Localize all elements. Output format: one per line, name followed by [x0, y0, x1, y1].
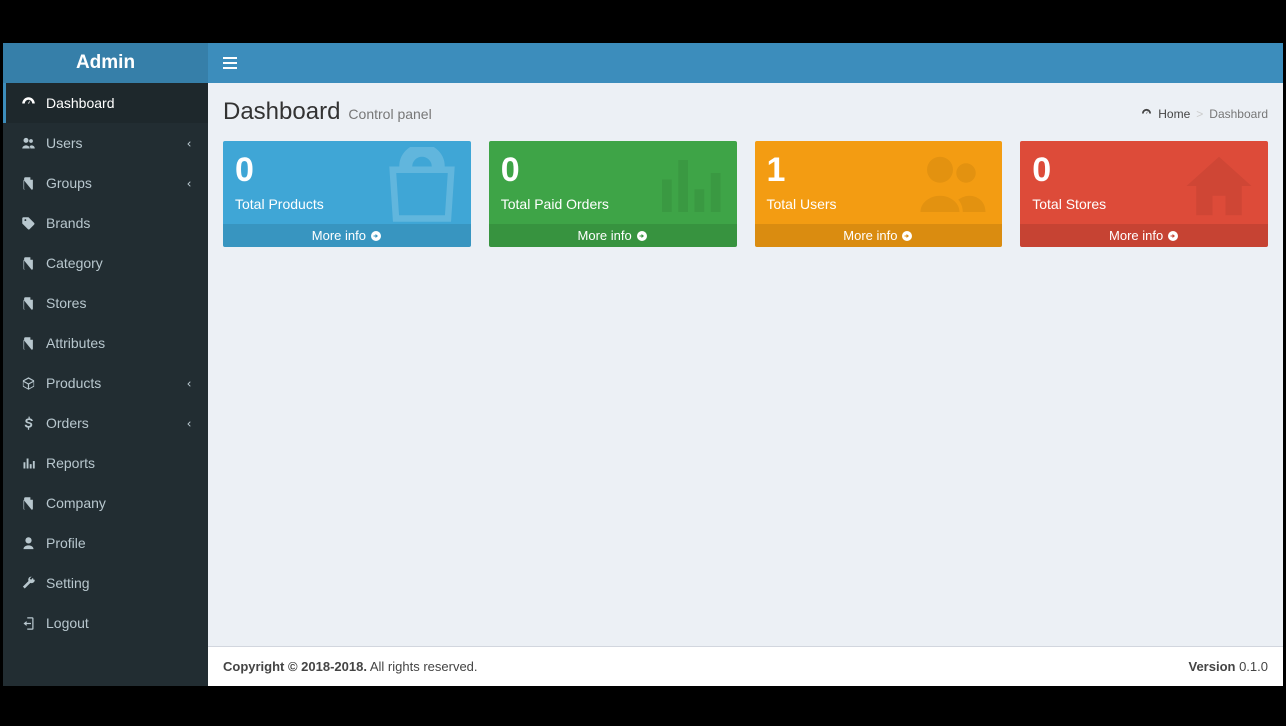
- page-title: Dashboard: [223, 98, 340, 126]
- breadcrumb: Home > Dashboard: [1141, 107, 1268, 121]
- footer-version-value: 0.1.0: [1239, 659, 1268, 674]
- files-icon: [18, 336, 38, 351]
- sidebar-item-company[interactable]: Company: [3, 483, 208, 523]
- footer-copyright-rest: All rights reserved.: [370, 659, 478, 674]
- sidebar-item-products[interactable]: Products: [3, 363, 208, 403]
- files-icon: [18, 496, 38, 511]
- cube-icon: [18, 376, 38, 391]
- files-icon: [18, 296, 38, 311]
- footer-copyright-strong: Copyright © 2018-2018.: [223, 659, 367, 674]
- home-icon: [1180, 147, 1258, 228]
- sidebar-item-brands[interactable]: Brands: [3, 203, 208, 243]
- stat-card-total-stores: 0 Total Stores More info: [1020, 141, 1268, 247]
- dashboard-icon: [18, 96, 38, 111]
- sidebar-item-groups[interactable]: Groups: [3, 163, 208, 203]
- breadcrumb-separator: >: [1196, 107, 1203, 121]
- breadcrumb-home[interactable]: Home: [1158, 107, 1190, 121]
- sidebar-item-label: Stores: [46, 295, 86, 311]
- sidebar-item-label: Users: [46, 135, 83, 151]
- sidebar-item-label: Profile: [46, 535, 86, 551]
- users-icon: [18, 136, 38, 151]
- arrow-circle-icon: [370, 230, 382, 242]
- sidebar-item-attributes[interactable]: Attributes: [3, 323, 208, 363]
- stat-card-total-products: 0 Total Products More info: [223, 141, 471, 247]
- bar-icon: [18, 456, 38, 471]
- sidebar-item-logout[interactable]: Logout: [3, 603, 208, 643]
- files-icon: [18, 256, 38, 271]
- sidebar-item-label: Brands: [46, 215, 90, 231]
- stat-card-total-paid-orders: 0 Total Paid Orders More info: [489, 141, 737, 247]
- sidebar-item-label: Company: [46, 495, 106, 511]
- chevron-left-icon: [185, 135, 193, 151]
- sidebar-item-users[interactable]: Users: [3, 123, 208, 163]
- navbar: [208, 43, 1283, 83]
- breadcrumb-current: Dashboard: [1209, 107, 1268, 121]
- logout-icon: [18, 616, 38, 631]
- sidebar-item-label: Attributes: [46, 335, 105, 351]
- page-subtitle: Control panel: [348, 106, 431, 122]
- sidebar-item-label: Logout: [46, 615, 89, 631]
- bag-icon: [383, 147, 461, 228]
- sidebar-item-label: Products: [46, 375, 101, 391]
- sidebar-item-label: Setting: [46, 575, 90, 591]
- sidebar-item-orders[interactable]: Orders: [3, 403, 208, 443]
- sidebar-item-profile[interactable]: Profile: [3, 523, 208, 563]
- chevron-left-icon: [185, 415, 193, 431]
- dollar-icon: [18, 416, 38, 431]
- sidebar-item-label: Dashboard: [46, 95, 115, 111]
- sidebar-item-setting[interactable]: Setting: [3, 563, 208, 603]
- sidebar: Dashboard Users Groups Brands Category S…: [3, 83, 208, 686]
- sidebar-item-category[interactable]: Category: [3, 243, 208, 283]
- dashboard-icon: [1141, 108, 1152, 119]
- sidebar-item-label: Reports: [46, 455, 95, 471]
- wrench-icon: [18, 576, 38, 591]
- bar-icon: [649, 147, 727, 228]
- sidebar-toggle-icon[interactable]: [223, 57, 237, 69]
- sidebar-item-reports[interactable]: Reports: [3, 443, 208, 483]
- sidebar-item-dashboard[interactable]: Dashboard: [3, 83, 208, 123]
- arrow-circle-icon: [901, 230, 913, 242]
- user-icon: [18, 536, 38, 551]
- sidebar-item-label: Category: [46, 255, 103, 271]
- files-icon: [18, 176, 38, 191]
- stat-card-total-users: 1 Total Users More info: [755, 141, 1003, 247]
- footer-version-label: Version: [1188, 659, 1235, 674]
- stat-cards-row: 0 Total Products More info 0 Total Paid …: [223, 141, 1268, 247]
- content-header: Dashboard Control panel Home > Dashboard: [208, 83, 1283, 136]
- chevron-left-icon: [185, 175, 193, 191]
- sidebar-item-label: Orders: [46, 415, 89, 431]
- footer: Copyright © 2018-2018. All rights reserv…: [208, 646, 1283, 686]
- arrow-circle-icon: [636, 230, 648, 242]
- sidebar-item-stores[interactable]: Stores: [3, 283, 208, 323]
- users-icon: [914, 147, 992, 228]
- sidebar-item-label: Groups: [46, 175, 92, 191]
- chevron-left-icon: [185, 375, 193, 391]
- tag-icon: [18, 216, 38, 231]
- arrow-circle-icon: [1167, 230, 1179, 242]
- logo[interactable]: Admin: [3, 43, 208, 83]
